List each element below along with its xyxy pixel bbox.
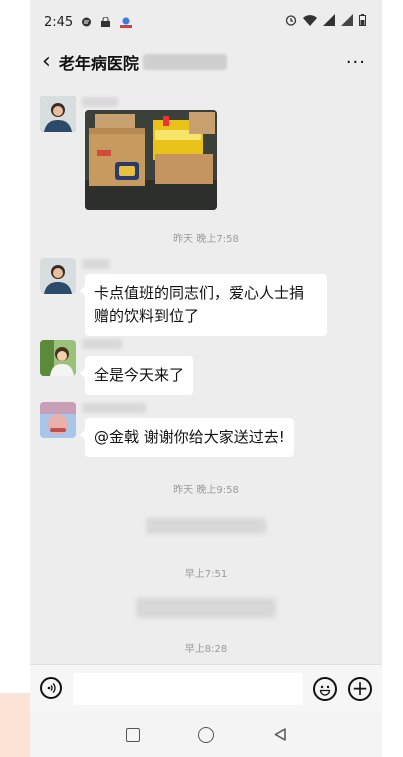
signal-2-icon [341, 14, 353, 26]
recents-button[interactable] [126, 728, 140, 742]
input-bar: + [30, 664, 382, 713]
chat-header: ‹ 老年病医院 ··· [30, 44, 382, 80]
signal-icon [323, 14, 335, 26]
battery-icon [359, 14, 366, 26]
avatar[interactable] [40, 96, 76, 132]
avatar[interactable] [40, 402, 76, 438]
status-bar: 2:45 [30, 0, 382, 44]
message-input[interactable] [73, 673, 303, 705]
timestamp: 早上7:51 [184, 569, 228, 580]
system-message-redaction [136, 598, 276, 618]
message-bubble[interactable]: 卡点值班的同志们，爱心人士捐赠的饮料到位了 [80, 274, 327, 336]
sender-name-redaction [82, 403, 146, 413]
voice-icon [47, 683, 56, 693]
timestamp: 早上8:28 [184, 644, 228, 655]
sender-name-redaction [82, 339, 122, 349]
more-actions-button[interactable]: + [348, 677, 372, 701]
back-button[interactable]: ‹ [42, 51, 51, 73]
timestamp: 昨天 晚上9:58 [173, 485, 239, 496]
wechat-chat-screen: 2:45 ‹ 老年病医院 ··· 昨天 晚上7:58 卡点值班的同志们，爱心人士… [30, 0, 382, 757]
back-nav-icon[interactable] [274, 728, 286, 741]
timestamp: 昨天 晚上7:58 [173, 234, 239, 245]
system-message-redaction [146, 518, 266, 534]
avatar[interactable] [40, 340, 76, 376]
avatar[interactable] [40, 258, 76, 294]
chat-notification-icon [82, 17, 92, 26]
app-notification-icon [120, 17, 133, 28]
donation-photo[interactable] [85, 110, 217, 210]
title-redaction [142, 54, 227, 70]
sender-name-redaction [82, 259, 110, 269]
voice-input-button[interactable] [40, 677, 62, 699]
emoji-button[interactable] [313, 677, 337, 701]
system-nav-bar [30, 712, 382, 757]
status-time: 2:45 [44, 14, 74, 30]
bag-notification-icon [101, 16, 111, 27]
plus-icon: + [351, 676, 369, 700]
home-button[interactable] [198, 727, 214, 743]
more-options-button[interactable]: ··· [346, 52, 366, 73]
emoji-icon [319, 685, 331, 696]
sender-name-redaction [82, 97, 118, 107]
chat-title: 老年病医院 [58, 54, 139, 73]
wifi-icon [303, 15, 317, 26]
message-bubble[interactable]: @金戟 谢谢你给大家送过去! [80, 418, 294, 457]
alarm-icon [285, 15, 297, 26]
message-bubble[interactable]: 全是今天来了 [79, 356, 194, 395]
